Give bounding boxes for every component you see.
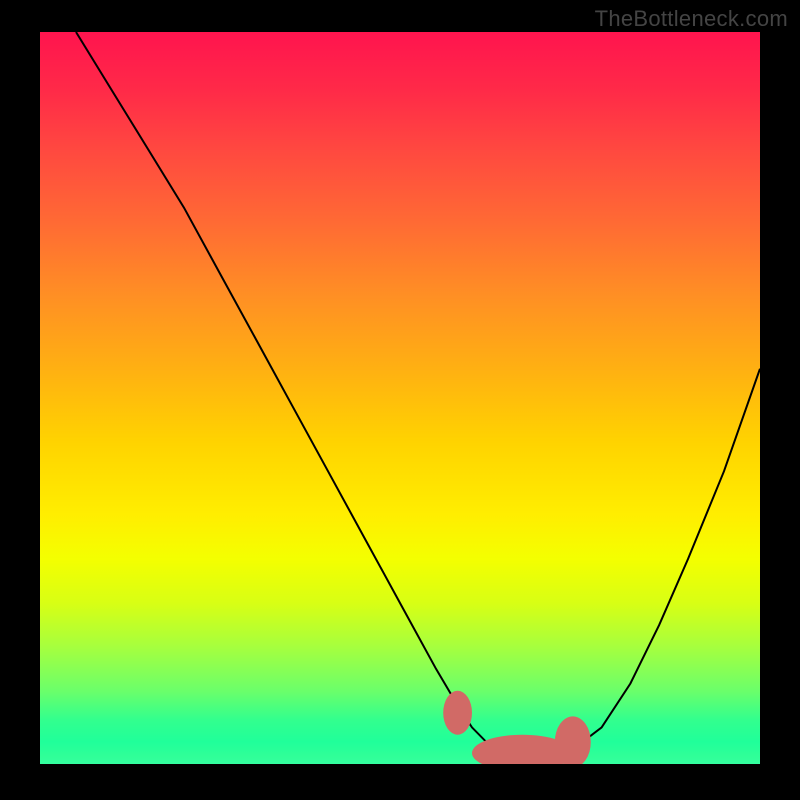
marker-group (443, 691, 591, 764)
chart-frame: TheBottleneck.com (0, 0, 800, 800)
watermark-text: TheBottleneck.com (595, 6, 788, 32)
blob-left (443, 691, 472, 735)
chart-svg (40, 32, 760, 764)
plot-area (40, 32, 760, 764)
curve-line (76, 32, 760, 757)
blob-right (555, 716, 591, 764)
